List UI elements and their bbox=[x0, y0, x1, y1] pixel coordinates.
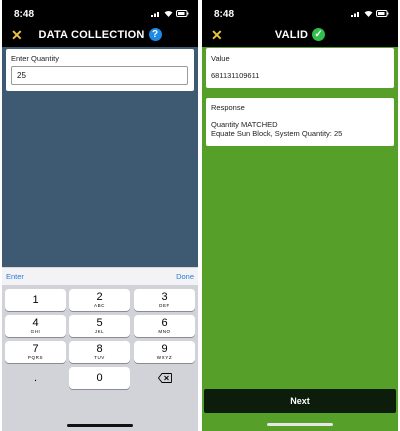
response-label: Response bbox=[211, 103, 245, 112]
screen-title: VALID ✓ bbox=[202, 28, 398, 41]
result-area: Value 681131109611 Response Quantity MAT… bbox=[202, 47, 398, 431]
key-2[interactable]: 2 ABC bbox=[69, 289, 130, 311]
enter-button[interactable]: Enter bbox=[6, 272, 24, 281]
key-digit: 8 bbox=[96, 343, 103, 355]
key-digit: 6 bbox=[161, 317, 168, 329]
key-digit: 4 bbox=[32, 317, 39, 329]
form-area: Enter Quantity 25 bbox=[2, 47, 198, 267]
key-1[interactable]: 1 bbox=[5, 289, 66, 311]
signal-icon bbox=[351, 12, 359, 17]
response-detail: Equate Sun Block, System Quantity: 25 bbox=[211, 129, 343, 138]
quantity-input[interactable]: 25 bbox=[11, 66, 188, 85]
done-button[interactable]: Done bbox=[176, 272, 194, 281]
top-bar: 8:48 ✕ VALID ✓ bbox=[202, 0, 398, 47]
key-decimal[interactable]: . bbox=[5, 367, 66, 389]
key-digit: 7 bbox=[32, 343, 39, 355]
response-status: Quantity MATCHED bbox=[211, 120, 278, 129]
key-letters: GHI bbox=[30, 329, 41, 334]
key-4[interactable]: 4 GHI bbox=[5, 315, 66, 337]
numeric-keypad: 1 2 ABC 3 DEF 4 GHI 5 JKL 6 MNO 7 PQRS 8 TUV 9W… bbox=[2, 285, 198, 431]
valid-result-screen: 8:48 ✕ VALID ✓ Value 681131109611 Respon… bbox=[202, 0, 398, 431]
key-digit: 5 bbox=[96, 317, 103, 329]
response-card: Response Quantity MATCHED Equate Sun Blo… bbox=[206, 98, 394, 146]
key-6[interactable]: 6 MNO bbox=[134, 315, 195, 337]
status-time: 8:48 bbox=[214, 9, 235, 20]
wifi-icon bbox=[364, 11, 373, 17]
key-7[interactable]: 7 PQRS bbox=[5, 341, 66, 363]
home-indicator bbox=[67, 424, 133, 427]
key-letters: TUV bbox=[94, 355, 105, 360]
key-letters: WXYZ bbox=[156, 355, 173, 360]
backspace-icon bbox=[157, 373, 172, 383]
key-digit: 3 bbox=[161, 291, 168, 303]
key-letters: DEF bbox=[159, 303, 170, 308]
key-letters: ABC bbox=[93, 303, 106, 308]
quantity-label: Enter Quantity bbox=[11, 54, 59, 63]
key-digit: 0 bbox=[96, 372, 103, 384]
status-icons bbox=[351, 10, 389, 17]
signal-icon bbox=[151, 12, 159, 17]
key-letters: MNO bbox=[158, 329, 171, 334]
wifi-icon bbox=[164, 11, 173, 17]
key-3[interactable]: 3 DEF bbox=[134, 289, 195, 311]
next-button[interactable]: Next bbox=[204, 389, 396, 413]
key-0[interactable]: 0 bbox=[69, 367, 130, 389]
status-icons bbox=[151, 10, 189, 17]
key-digit: 2 bbox=[96, 291, 103, 303]
key-digit: 9 bbox=[161, 343, 168, 355]
key-9[interactable]: 9 WXYZ bbox=[134, 341, 195, 363]
screen-title: DATA COLLECTION ? bbox=[2, 28, 198, 41]
battery-icon bbox=[376, 10, 389, 17]
check-circle-icon: ✓ bbox=[312, 28, 326, 41]
keyboard-toolbar: Enter Done bbox=[2, 267, 198, 285]
title-text: DATA COLLECTION bbox=[38, 28, 145, 41]
help-icon[interactable]: ? bbox=[148, 28, 162, 41]
battery-icon bbox=[176, 10, 189, 17]
quantity-card: Enter Quantity 25 bbox=[6, 49, 194, 91]
key-letters: PQRS bbox=[27, 355, 44, 360]
backspace-key[interactable] bbox=[134, 367, 195, 389]
key-digit: . bbox=[33, 372, 38, 384]
home-indicator bbox=[267, 423, 333, 426]
status-time: 8:48 bbox=[14, 9, 35, 20]
top-bar: 8:48 ✕ DATA COLLECTION ? bbox=[2, 0, 198, 47]
value-card: Value 681131109611 bbox=[206, 48, 394, 88]
data-collection-screen: 8:48 ✕ DATA COLLECTION ? Enter Quantity … bbox=[2, 0, 198, 431]
key-8[interactable]: 8 TUV bbox=[69, 341, 130, 363]
key-digit: 1 bbox=[32, 294, 39, 306]
value-text: 681131109611 bbox=[211, 71, 260, 80]
key-letters: JKL bbox=[94, 329, 105, 334]
value-label: Value bbox=[211, 54, 230, 63]
title-text: VALID bbox=[274, 28, 309, 41]
key-5[interactable]: 5 JKL bbox=[69, 315, 130, 337]
